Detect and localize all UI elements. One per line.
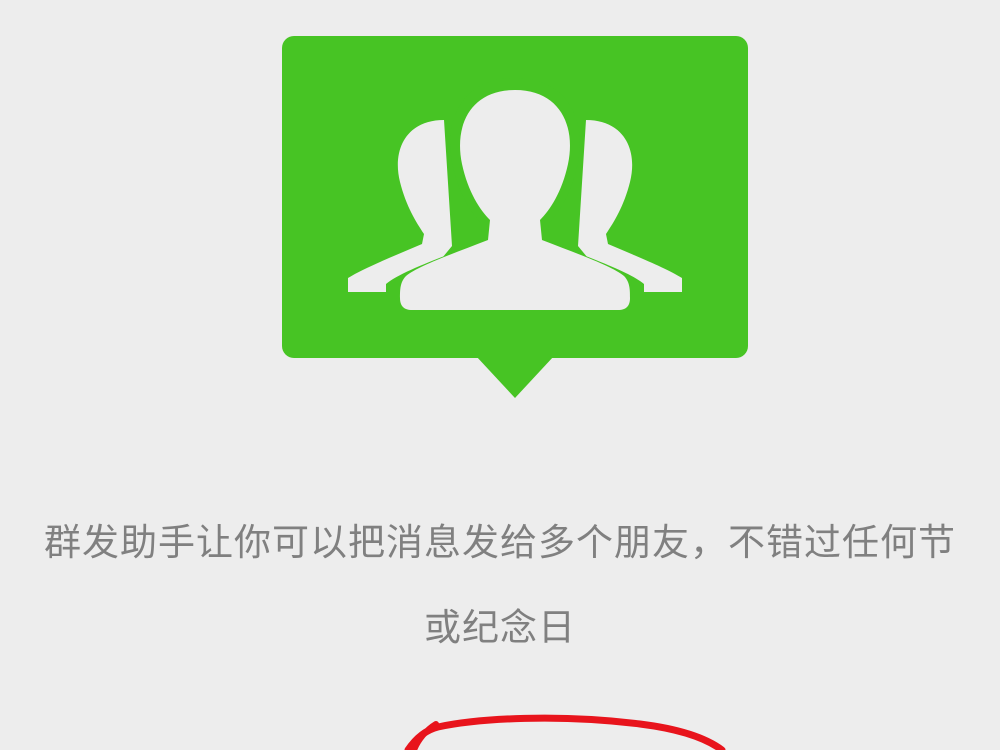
description-line-1: 群发助手让你可以把消息发给多个朋友，不错过任何节 xyxy=(44,521,956,564)
group-send-description: 群发助手让你可以把消息发给多个朋友，不错过任何节 或纪念日 xyxy=(0,520,1000,651)
group-chat-bubble-icon xyxy=(282,36,750,398)
description-line-2: 或纪念日 xyxy=(424,606,576,649)
